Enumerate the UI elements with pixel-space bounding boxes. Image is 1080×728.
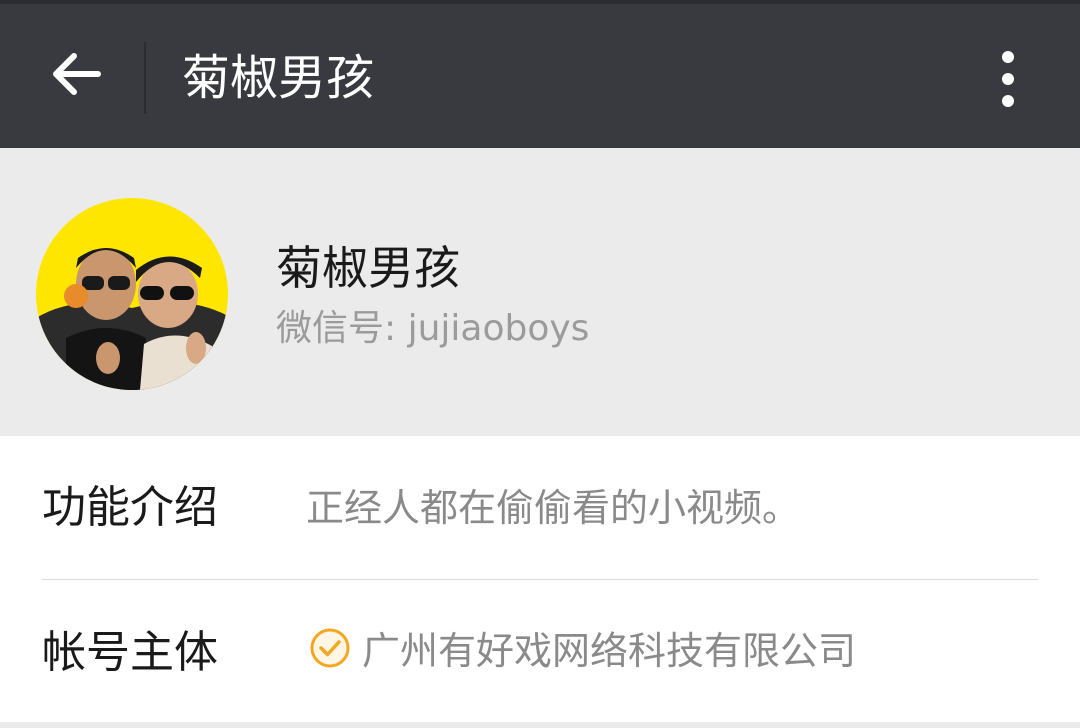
account-entity-label: 帐号主体: [42, 627, 218, 678]
profile-header: 菊椒男孩 微信号: jujiaoboys: [0, 148, 1080, 436]
bottom-divider: [0, 722, 1080, 728]
more-vertical-icon: [1002, 51, 1014, 107]
account-name: 菊椒男孩: [276, 241, 460, 295]
official-account-profile-screen: 菊椒男孩 菊椒男孩 微信号: jujiaoboys 功能介绍 正经人都在偷偷看的…: [0, 0, 1080, 728]
topbar-divider: [144, 42, 146, 114]
function-intro-row: 功能介绍 正经人都在偷偷看的小视频。: [0, 436, 1080, 579]
more-options-button[interactable]: [968, 34, 1048, 124]
wechat-id: 微信号: jujiaoboys: [276, 308, 590, 349]
function-intro-value: 正经人都在偷偷看的小视频。: [306, 486, 801, 530]
top-action-bar: 菊椒男孩: [0, 0, 1080, 148]
page-title: 菊椒男孩: [182, 50, 375, 106]
account-entity-value: 广州有好戏网络科技有限公司: [362, 629, 857, 673]
avatar[interactable]: [36, 198, 228, 390]
function-intro-label: 功能介绍: [42, 482, 218, 533]
avatar-photo: [36, 198, 228, 390]
back-button[interactable]: [28, 26, 124, 122]
account-info-list: 功能介绍 正经人都在偷偷看的小视频。 帐号主体 广州有好戏网络科技有限公司: [0, 436, 1080, 722]
verified-check-icon: [310, 628, 350, 668]
account-entity-row[interactable]: 帐号主体 广州有好戏网络科技有限公司: [0, 579, 1080, 722]
arrow-left-icon: [53, 53, 101, 95]
